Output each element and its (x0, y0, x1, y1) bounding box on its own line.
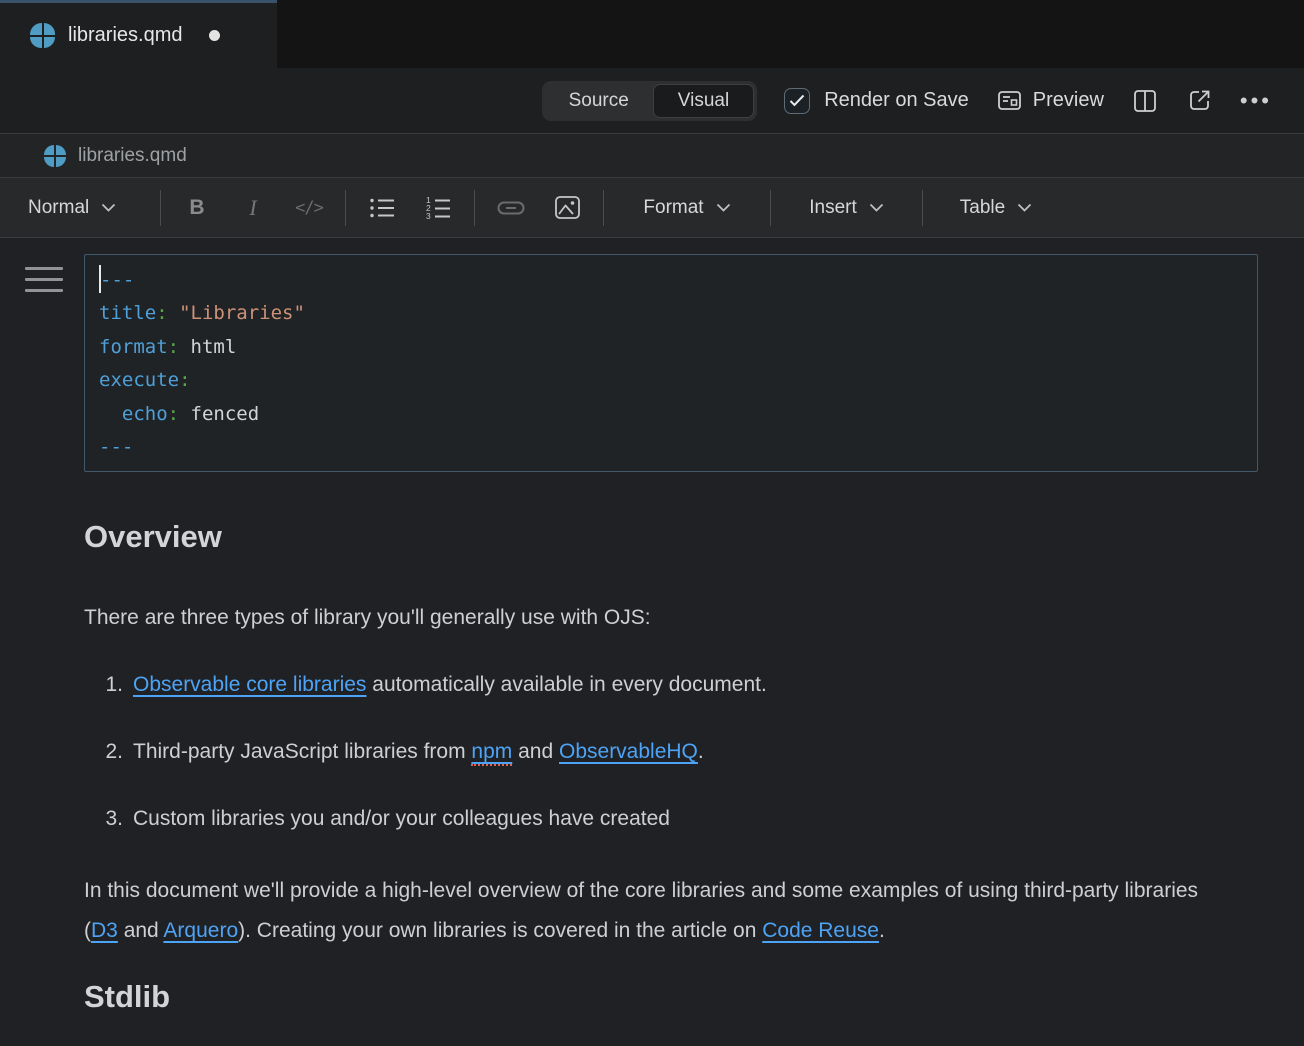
doc-link[interactable]: npm (471, 740, 512, 766)
preview-button[interactable]: Preview (996, 87, 1104, 114)
toolbar-separator (922, 190, 923, 226)
tab-libraries-qmd[interactable]: libraries.qmd (0, 0, 277, 68)
yaml-code: ---title: "Libraries"format: htmlexecute… (99, 264, 1243, 464)
bullet-list-button[interactable] (354, 188, 410, 228)
italic-button[interactable]: I (225, 188, 281, 228)
visual-editor-canvas[interactable]: ---title: "Libraries"format: htmlexecute… (0, 238, 1304, 1046)
list-item: 1. Observable core libraries automatical… (84, 670, 1258, 700)
chevron-down-icon (869, 203, 884, 212)
bullet-list-icon (369, 197, 395, 219)
insert-label: Insert (809, 197, 857, 219)
split-editor-icon (1131, 87, 1159, 115)
toolbar-separator (345, 190, 346, 226)
unsaved-changes-dot[interactable] (209, 30, 220, 41)
render-on-save-group: Render on Save (784, 88, 969, 114)
heading-overview: Overview (84, 519, 1258, 555)
block-drag-handle-icon[interactable] (25, 267, 63, 300)
chevron-down-icon (716, 203, 731, 212)
code-icon: </> (295, 198, 323, 218)
bold-button[interactable]: B (169, 188, 225, 228)
quarto-visual-editor: libraries.qmd Source Visual Render on Sa… (0, 0, 1304, 1046)
toolbar-separator (474, 190, 475, 226)
yaml-front-matter-block[interactable]: ---title: "Libraries"format: htmlexecute… (84, 254, 1258, 472)
format-dropdown[interactable]: Format (612, 188, 762, 228)
numbered-list-icon: 1 2 3 (425, 196, 451, 220)
chevron-down-icon (101, 203, 116, 212)
toolbar-separator (603, 190, 604, 226)
image-icon (554, 195, 581, 220)
more-actions-button[interactable]: ••• (1240, 88, 1272, 114)
link-button[interactable] (483, 188, 539, 228)
preview-icon (996, 87, 1023, 114)
format-label: Format (643, 197, 703, 219)
list-item-text: Observable core libraries automatically … (133, 670, 767, 700)
ordered-list: 1. Observable core libraries automatical… (84, 670, 1258, 834)
preview-label: Preview (1033, 89, 1104, 112)
table-dropdown[interactable]: Table (931, 188, 1061, 228)
quarto-file-icon (44, 145, 66, 167)
open-external-button[interactable] (1186, 87, 1213, 114)
ellipsis-icon: ••• (1240, 88, 1272, 114)
formatting-toolbar: Normal B I </> 1 2 3 (0, 178, 1304, 238)
render-on-save-checkbox[interactable] (784, 88, 810, 114)
render-on-save-label: Render on Save (824, 89, 969, 112)
toolbar-separator (160, 190, 161, 226)
intro-paragraph: There are three types of library you'll … (84, 603, 1234, 633)
toolbar-separator (770, 190, 771, 226)
list-number: 3. (84, 804, 123, 834)
closing-paragraph: In this document we'll provide a high-le… (84, 871, 1234, 951)
tab-bar: libraries.qmd (0, 0, 1304, 68)
doc-link[interactable]: Observable core libraries (133, 673, 366, 696)
checkmark-icon (789, 94, 805, 107)
list-number: 2. (84, 737, 123, 767)
code-button[interactable]: </> (281, 188, 337, 228)
source-mode-button[interactable]: Source (545, 84, 653, 118)
doc-link[interactable]: Code Reuse (762, 919, 879, 942)
doc-link[interactable]: ObservableHQ (559, 740, 698, 763)
heading-stdlib: Stdlib (84, 979, 1258, 1015)
quarto-file-icon (30, 23, 55, 48)
bold-icon: B (189, 196, 204, 220)
doc-link[interactable]: Arquero (163, 919, 238, 942)
svg-text:3: 3 (426, 211, 431, 220)
list-item: 2. Third-party JavaScript libraries from… (84, 737, 1258, 767)
editor-header: Source Visual Render on Save Preview (0, 68, 1304, 133)
tab-title: libraries.qmd (68, 24, 182, 47)
breadcrumb: libraries.qmd (0, 133, 1304, 178)
source-visual-toggle: Source Visual (542, 81, 758, 121)
numbered-list-button[interactable]: 1 2 3 (410, 188, 466, 228)
open-external-icon (1186, 87, 1213, 114)
visual-mode-button[interactable]: Visual (653, 84, 754, 118)
insert-dropdown[interactable]: Insert (779, 188, 914, 228)
list-item: 3. Custom libraries you and/or your coll… (84, 804, 1258, 834)
list-item-text: Custom libraries you and/or your colleag… (133, 804, 670, 834)
doc-link[interactable]: D3 (91, 919, 118, 942)
table-label: Table (960, 197, 1005, 219)
list-number: 1. (84, 670, 123, 700)
block-style-value: Normal (28, 197, 89, 219)
italic-icon: I (249, 195, 256, 221)
breadcrumb-file[interactable]: libraries.qmd (78, 145, 187, 167)
split-editor-button[interactable] (1131, 87, 1159, 115)
image-button[interactable] (539, 188, 595, 228)
chevron-down-icon (1017, 203, 1032, 212)
link-icon (497, 201, 525, 215)
block-style-dropdown[interactable]: Normal (22, 188, 152, 228)
list-item-text: Third-party JavaScript libraries from np… (133, 737, 704, 767)
text-cursor (99, 265, 101, 293)
